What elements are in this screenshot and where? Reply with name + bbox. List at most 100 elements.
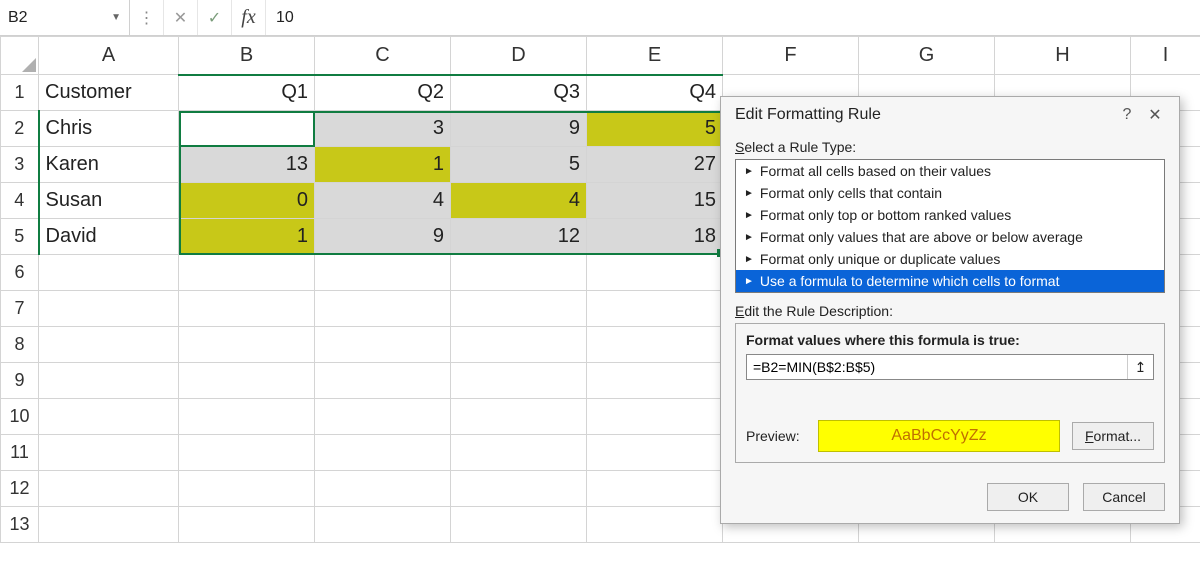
row-header-11[interactable]: 11	[1, 435, 39, 471]
cell-B9[interactable]	[179, 363, 315, 399]
cancel-button[interactable]: Cancel	[1083, 483, 1165, 511]
cell-A6[interactable]	[39, 255, 179, 291]
rule-type-option[interactable]: ►Use a formula to determine which cells …	[736, 270, 1164, 292]
row-header-3[interactable]: 3	[1, 147, 39, 183]
cell-B4[interactable]: 0	[179, 183, 315, 219]
confirm-edit-icon[interactable]: ✓	[198, 0, 232, 35]
cell-C1[interactable]: Q2	[315, 75, 451, 111]
cell-D2[interactable]: 9	[451, 111, 587, 147]
cell-E12[interactable]	[587, 471, 723, 507]
row-header-9[interactable]: 9	[1, 363, 39, 399]
cell-E6[interactable]	[587, 255, 723, 291]
name-box[interactable]: B2 ▼	[0, 0, 130, 35]
formula-input[interactable]: 10	[266, 0, 1200, 35]
cell-B6[interactable]	[179, 255, 315, 291]
cell-C10[interactable]	[315, 399, 451, 435]
cell-C11[interactable]	[315, 435, 451, 471]
close-icon[interactable]: ✕	[1141, 105, 1169, 125]
cell-B10[interactable]	[179, 399, 315, 435]
cell-E7[interactable]	[587, 291, 723, 327]
cell-D8[interactable]	[451, 327, 587, 363]
cell-B7[interactable]	[179, 291, 315, 327]
cell-D12[interactable]	[451, 471, 587, 507]
cell-D6[interactable]	[451, 255, 587, 291]
cancel-edit-icon[interactable]: ✕	[164, 0, 198, 35]
cell-C7[interactable]	[315, 291, 451, 327]
row-header-6[interactable]: 6	[1, 255, 39, 291]
cell-B3[interactable]: 13	[179, 147, 315, 183]
column-header-F[interactable]: F	[723, 37, 859, 75]
cell-A1[interactable]: Customer	[39, 75, 179, 111]
cell-C5[interactable]: 9	[315, 219, 451, 255]
fx-icon[interactable]: fx	[232, 0, 266, 35]
column-header-I[interactable]: I	[1131, 37, 1200, 75]
chevron-down-icon[interactable]: ▼	[111, 12, 121, 23]
cell-C9[interactable]	[315, 363, 451, 399]
row-header-7[interactable]: 7	[1, 291, 39, 327]
cell-C12[interactable]	[315, 471, 451, 507]
cell-A2[interactable]: Chris	[39, 111, 179, 147]
row-header-1[interactable]: 1	[1, 75, 39, 111]
cell-E3[interactable]: 27	[587, 147, 723, 183]
row-header-8[interactable]: 8	[1, 327, 39, 363]
column-header-E[interactable]: E	[587, 37, 723, 75]
rule-type-option[interactable]: ►Format only values that are above or be…	[736, 226, 1164, 248]
cell-A4[interactable]: Susan	[39, 183, 179, 219]
cell-A3[interactable]: Karen	[39, 147, 179, 183]
row-header-5[interactable]: 5	[1, 219, 39, 255]
rule-type-option[interactable]: ►Format only cells that contain	[736, 182, 1164, 204]
select-all-corner[interactable]	[1, 37, 39, 75]
row-header-4[interactable]: 4	[1, 183, 39, 219]
rule-type-option[interactable]: ►Format only top or bottom ranked values	[736, 204, 1164, 226]
cell-D7[interactable]	[451, 291, 587, 327]
row-header-12[interactable]: 12	[1, 471, 39, 507]
cell-C3[interactable]: 1	[315, 147, 451, 183]
help-icon[interactable]: ?	[1113, 106, 1141, 124]
cell-E9[interactable]	[587, 363, 723, 399]
cell-B8[interactable]	[179, 327, 315, 363]
cell-E4[interactable]: 15	[587, 183, 723, 219]
cell-A9[interactable]	[39, 363, 179, 399]
cell-D4[interactable]: 4	[451, 183, 587, 219]
cell-E1[interactable]: Q4	[587, 75, 723, 111]
row-header-13[interactable]: 13	[1, 507, 39, 543]
cell-B2[interactable]: 10	[179, 111, 315, 147]
formula-field[interactable]: ↥	[746, 354, 1154, 380]
formula-menu-icon[interactable]: ⋮	[130, 0, 164, 35]
cell-D3[interactable]: 5	[451, 147, 587, 183]
cell-C4[interactable]: 4	[315, 183, 451, 219]
cell-D1[interactable]: Q3	[451, 75, 587, 111]
formula-input-dialog[interactable]	[747, 355, 1127, 379]
cell-B13[interactable]	[179, 507, 315, 543]
cell-D13[interactable]	[451, 507, 587, 543]
cell-A7[interactable]	[39, 291, 179, 327]
cell-E5[interactable]: 18	[587, 219, 723, 255]
cell-A5[interactable]: David	[39, 219, 179, 255]
dialog-titlebar[interactable]: Edit Formatting Rule ? ✕	[721, 97, 1179, 135]
rule-type-option[interactable]: ►Format all cells based on their values	[736, 160, 1164, 182]
cell-B1[interactable]: Q1	[179, 75, 315, 111]
column-header-D[interactable]: D	[451, 37, 587, 75]
ok-button[interactable]: OK	[987, 483, 1069, 511]
cell-B12[interactable]	[179, 471, 315, 507]
cell-A11[interactable]	[39, 435, 179, 471]
row-header-10[interactable]: 10	[1, 399, 39, 435]
rule-type-option[interactable]: ►Format only unique or duplicate values	[736, 248, 1164, 270]
column-header-H[interactable]: H	[995, 37, 1131, 75]
cell-A13[interactable]	[39, 507, 179, 543]
column-header-G[interactable]: G	[859, 37, 995, 75]
cell-E8[interactable]	[587, 327, 723, 363]
collapse-dialog-icon[interactable]: ↥	[1127, 355, 1153, 379]
cell-A12[interactable]	[39, 471, 179, 507]
column-header-C[interactable]: C	[315, 37, 451, 75]
cell-B5[interactable]: 1	[179, 219, 315, 255]
column-header-B[interactable]: B	[179, 37, 315, 75]
cell-C6[interactable]	[315, 255, 451, 291]
cell-D9[interactable]	[451, 363, 587, 399]
cell-E2[interactable]: 5	[587, 111, 723, 147]
cell-C8[interactable]	[315, 327, 451, 363]
cell-C13[interactable]	[315, 507, 451, 543]
cell-C2[interactable]: 3	[315, 111, 451, 147]
cell-E13[interactable]	[587, 507, 723, 543]
cell-D11[interactable]	[451, 435, 587, 471]
